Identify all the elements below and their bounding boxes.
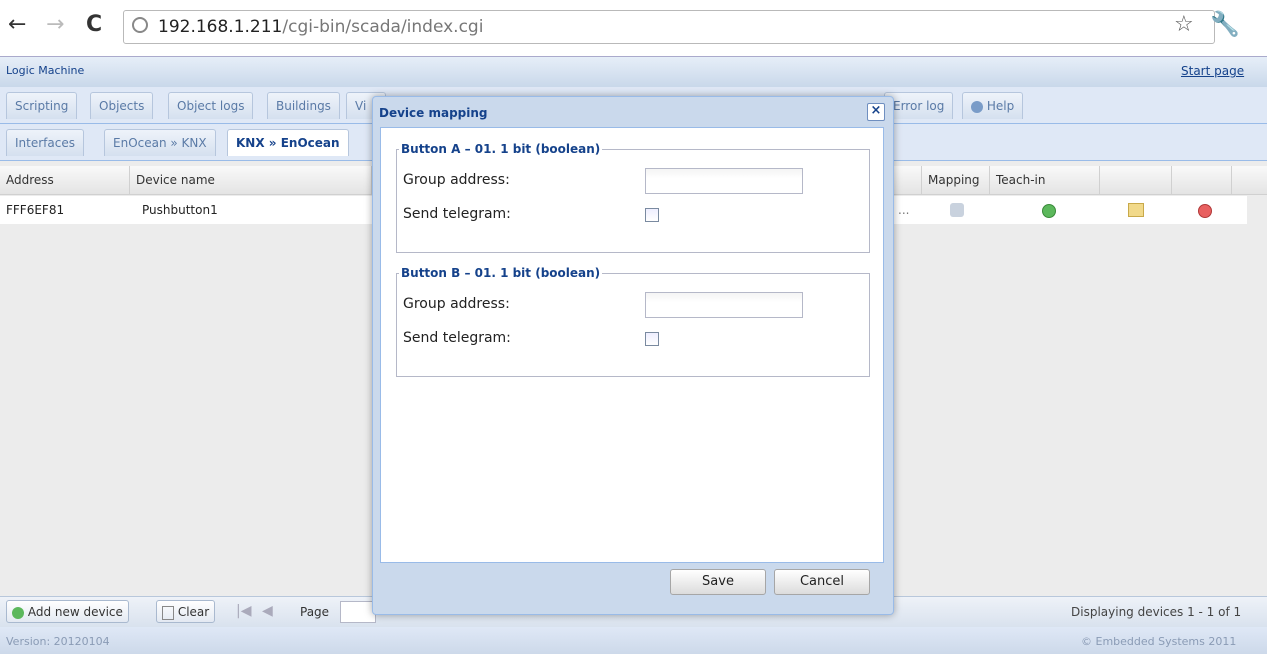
wrench-icon[interactable]: 🔧 xyxy=(1210,10,1240,38)
send-telegram-checkbox[interactable] xyxy=(645,332,659,346)
cell-address: FFF6EF81 xyxy=(6,203,65,217)
fieldset-legend: Button A – 01. 1 bit (boolean) xyxy=(401,142,601,156)
group-address-input[interactable] xyxy=(645,292,803,318)
tab-objects[interactable]: Objects xyxy=(90,92,154,119)
fieldset-button-a: Button A – 01. 1 bit (boolean) Group add… xyxy=(396,142,870,253)
clear-button[interactable]: Clear xyxy=(156,600,216,623)
send-telegram-checkbox[interactable] xyxy=(645,208,659,222)
cell-ellipsis: ... xyxy=(898,203,910,217)
teach-in-add-icon[interactable] xyxy=(1042,204,1056,218)
tab-error-log[interactable]: Error log xyxy=(884,92,954,119)
fieldset-legend: Button B – 01. 1 bit (boolean) xyxy=(401,266,601,280)
tab-knx-enocean[interactable]: KNX » EnOcean xyxy=(227,129,349,156)
device-mapping-dialog: Device mapping × Button A – 01. 1 bit (b… xyxy=(372,96,894,615)
browser-toolbar: ← → C 192.168.1.211/cgi-bin/scada/index.… xyxy=(0,0,1267,56)
prev-page-icon[interactable]: ◀ xyxy=(262,603,273,619)
add-device-button[interactable]: Add new device xyxy=(6,600,129,623)
delete-icon[interactable] xyxy=(1198,204,1212,218)
fieldset-button-b: Button B – 01. 1 bit (boolean) Group add… xyxy=(396,266,870,377)
status-bar: Version: 20120104 © Embedded Systems 201… xyxy=(0,627,1267,654)
col-hidden[interactable] xyxy=(892,166,922,194)
tab-object-logs[interactable]: Object logs xyxy=(168,92,254,119)
cancel-button[interactable]: Cancel xyxy=(774,569,870,595)
send-telegram-label: Send telegram: xyxy=(403,330,511,346)
bookmark-star-icon[interactable]: ☆ xyxy=(1174,12,1194,37)
save-button[interactable]: Save xyxy=(670,569,766,595)
col-teach-in[interactable]: Teach-in xyxy=(990,166,1100,194)
group-address-label: Group address: xyxy=(403,172,510,188)
group-address-label: Group address: xyxy=(403,296,510,312)
send-telegram-label: Send telegram: xyxy=(403,206,511,222)
mapping-gear-icon[interactable] xyxy=(950,203,964,217)
address-bar[interactable]: 192.168.1.211/cgi-bin/scada/index.cgi xyxy=(123,10,1215,44)
version-text: Version: 20120104 xyxy=(6,635,110,648)
add-device-label: Add new device xyxy=(27,605,123,619)
app-title: Logic Machine xyxy=(6,64,85,77)
col-mapping[interactable]: Mapping xyxy=(922,166,990,194)
first-page-icon[interactable]: |◀ xyxy=(236,603,251,619)
tab-help[interactable]: Help xyxy=(962,92,1024,119)
cell-device-name: Pushbutton1 xyxy=(142,203,218,217)
trash-icon xyxy=(162,605,174,620)
copyright-text: © Embedded Systems 2011 xyxy=(1081,635,1237,648)
add-icon xyxy=(12,606,24,619)
edit-icon[interactable] xyxy=(1128,203,1144,217)
col-device-name[interactable]: Device name xyxy=(130,166,372,194)
back-icon[interactable]: ← xyxy=(8,14,26,36)
tab-buildings[interactable]: Buildings xyxy=(267,92,340,119)
display-status: Displaying devices 1 - 1 of 1 xyxy=(1071,605,1242,619)
reload-icon[interactable]: C xyxy=(86,14,102,36)
url-host: 192.168.1.211 xyxy=(158,17,283,37)
dialog-body: Button A – 01. 1 bit (boolean) Group add… xyxy=(380,127,884,563)
clear-label: Clear xyxy=(177,605,210,619)
group-address-input[interactable] xyxy=(645,168,803,194)
tab-scripting[interactable]: Scripting xyxy=(6,92,78,119)
page-label: Page xyxy=(300,605,330,619)
page-number-input[interactable] xyxy=(340,601,376,623)
tab-interfaces[interactable]: Interfaces xyxy=(6,129,84,156)
page-info-icon[interactable] xyxy=(132,17,148,33)
start-page-link[interactable]: Start page xyxy=(1181,64,1244,78)
dialog-title: Device mapping xyxy=(379,106,488,120)
app-header: Logic Machine Start page xyxy=(0,56,1267,88)
help-icon xyxy=(971,100,983,113)
tab-help-label: Help xyxy=(986,99,1015,113)
url-path: /cgi-bin/scada/index.cgi xyxy=(282,17,484,37)
close-icon[interactable]: × xyxy=(867,103,885,121)
dialog-footer: Save Cancel xyxy=(380,561,882,605)
url-text: 192.168.1.211/cgi-bin/scada/index.cgi xyxy=(158,17,483,37)
col-edit[interactable] xyxy=(1100,166,1172,194)
tab-enocean-knx[interactable]: EnOcean » KNX xyxy=(104,129,216,156)
forward-icon[interactable]: → xyxy=(46,14,64,36)
col-delete[interactable] xyxy=(1172,166,1232,194)
col-address[interactable]: Address xyxy=(0,166,130,194)
